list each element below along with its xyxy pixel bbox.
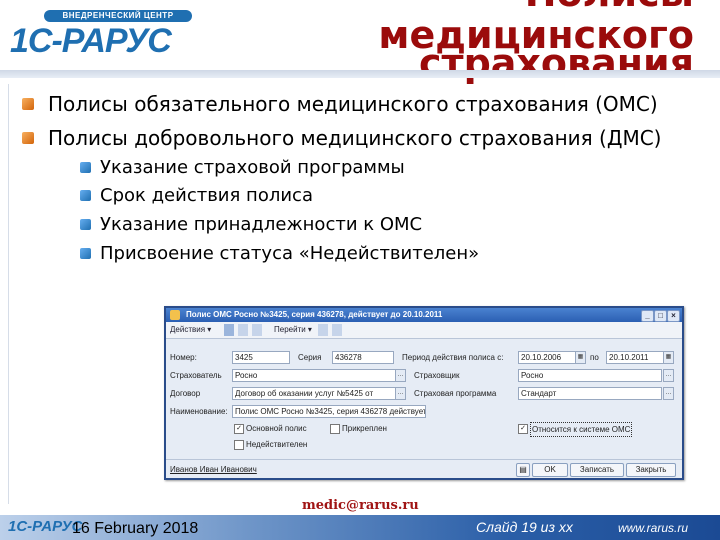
sub-bullet-text: Указание страховой программы	[100, 157, 405, 178]
policyholder-label: Страхователь	[170, 371, 222, 380]
calendar-icon[interactable]: ▦	[575, 351, 586, 364]
ellipsis-icon[interactable]: …	[395, 369, 406, 382]
window-bottom-bar: Иванов Иван Иванович ▤ OK Записать Закры…	[166, 459, 682, 478]
not-valid-checkbox[interactable]	[234, 440, 244, 450]
print-icon[interactable]	[318, 324, 328, 336]
sub-bullet-status: Присвоение статуса «Недействителен»	[80, 243, 479, 265]
contract-label: Договор	[170, 389, 201, 398]
insurer-label: Страховщик	[414, 371, 460, 380]
window-title: Полис ОМС Росно №3425, серия 436278, дей…	[186, 310, 443, 319]
policyholder-field[interactable]: Росно	[232, 369, 396, 382]
oms-checkbox[interactable]: ✓	[518, 424, 528, 434]
footer-url[interactable]: www.rarus.ru	[618, 521, 688, 535]
bullet-square-icon	[22, 98, 34, 110]
bullet-dms: Полисы добровольного медицинского страхо…	[22, 126, 662, 150]
print-icon[interactable]: ▤	[516, 463, 530, 477]
series-field[interactable]: 436278	[332, 351, 394, 364]
policy-form-window: Полис ОМС Росно №3425, серия 436278, дей…	[164, 306, 684, 480]
number-label: Номер:	[170, 353, 197, 362]
not-valid-label: Недействителен	[246, 440, 308, 449]
sub-bullet-square-icon	[80, 190, 91, 201]
close-button[interactable]: Закрыть	[626, 463, 676, 477]
sub-bullet-program: Указание страховой программы	[80, 157, 405, 179]
sub-bullet-text: Указание принадлежности к ОМС	[100, 214, 423, 235]
window-toolbar: Действия ▾ Перейти ▾	[166, 322, 682, 339]
title-line-1: Полисы	[364, 0, 694, 14]
bullet-oms: Полисы обязательного медицинского страхо…	[22, 92, 658, 116]
left-rule	[8, 84, 9, 504]
user-link[interactable]: Иванов Иван Иванович	[170, 463, 257, 476]
bullet-text: Полисы добровольного медицинского страхо…	[48, 126, 662, 150]
ok-button[interactable]: OK	[532, 463, 568, 477]
sub-bullet-text: Срок действия полиса	[100, 185, 313, 206]
window-app-icon	[170, 310, 180, 320]
main-policy-checkbox[interactable]: ✓	[234, 424, 244, 434]
minimize-icon[interactable]: _	[641, 310, 654, 322]
ellipsis-icon[interactable]: …	[663, 387, 674, 400]
actions-menu[interactable]: Действия ▾	[170, 324, 211, 336]
bullet-text: Полисы обязательного медицинского страхо…	[48, 92, 658, 116]
bullet-square-icon	[22, 132, 34, 144]
number-field[interactable]: 3425	[232, 351, 290, 364]
save-icon[interactable]	[224, 324, 234, 336]
contract-field[interactable]: Договор об оказании услуг №5425 от	[232, 387, 396, 400]
refresh-icon[interactable]	[252, 324, 262, 336]
goto-menu[interactable]: Перейти ▾	[274, 324, 312, 336]
logo-badge: ВНЕДРЕНЧЕСКИЙ ЦЕНТР	[44, 10, 192, 22]
slide-number: Слайд 19 из xx	[476, 519, 573, 535]
ellipsis-icon[interactable]: …	[663, 369, 674, 382]
logo-brand: 1С-РАРУС	[10, 22, 172, 60]
header-divider	[0, 70, 720, 78]
program-label: Страховая программа	[414, 389, 497, 398]
maximize-icon[interactable]: □	[654, 310, 667, 322]
sub-bullet-square-icon	[80, 219, 91, 230]
name-field[interactable]: Полис ОМС Росно №3425, серия 436278 дейс…	[232, 405, 426, 418]
sub-bullet-square-icon	[80, 162, 91, 173]
sub-bullet-term: Срок действия полиса	[80, 185, 313, 207]
footer-date: 16 February 2018	[72, 520, 199, 537]
sub-bullet-square-icon	[80, 248, 91, 259]
contact-email[interactable]: medic@rarus.ru	[302, 498, 419, 513]
save-button[interactable]: Записать	[570, 463, 624, 477]
company-logo: ВНЕДРЕНЧЕСКИЙ ЦЕНТР 1С-РАРУС	[10, 10, 200, 60]
oms-label: Относится к системе ОМС	[530, 422, 633, 437]
period-from-label: Период действия полиса с:	[402, 353, 504, 362]
attached-checkbox[interactable]	[330, 424, 340, 434]
close-icon[interactable]: ×	[667, 310, 680, 322]
program-field[interactable]: Стандарт	[518, 387, 662, 400]
window-titlebar[interactable]: Полис ОМС Росно №3425, серия 436278, дей…	[166, 308, 682, 322]
attached-label: Прикреплен	[342, 424, 387, 433]
sub-bullet-oms: Указание принадлежности к ОМС	[80, 214, 422, 236]
calendar-icon[interactable]: ▦	[663, 351, 674, 364]
sub-bullet-text: Присвоение статуса «Недействителен»	[100, 243, 480, 264]
insurer-field[interactable]: Росно	[518, 369, 662, 382]
ellipsis-icon[interactable]: …	[395, 387, 406, 400]
help-icon[interactable]	[332, 324, 342, 336]
period-to-label: по	[590, 353, 599, 362]
copy-icon[interactable]	[238, 324, 248, 336]
period-to-field[interactable]: 20.10.2011	[606, 351, 664, 364]
period-from-field[interactable]: 20.10.2006	[518, 351, 576, 364]
main-policy-label: Основной полис	[246, 424, 307, 433]
name-label: Наименование:	[170, 407, 228, 416]
series-label: Серия	[298, 353, 322, 362]
